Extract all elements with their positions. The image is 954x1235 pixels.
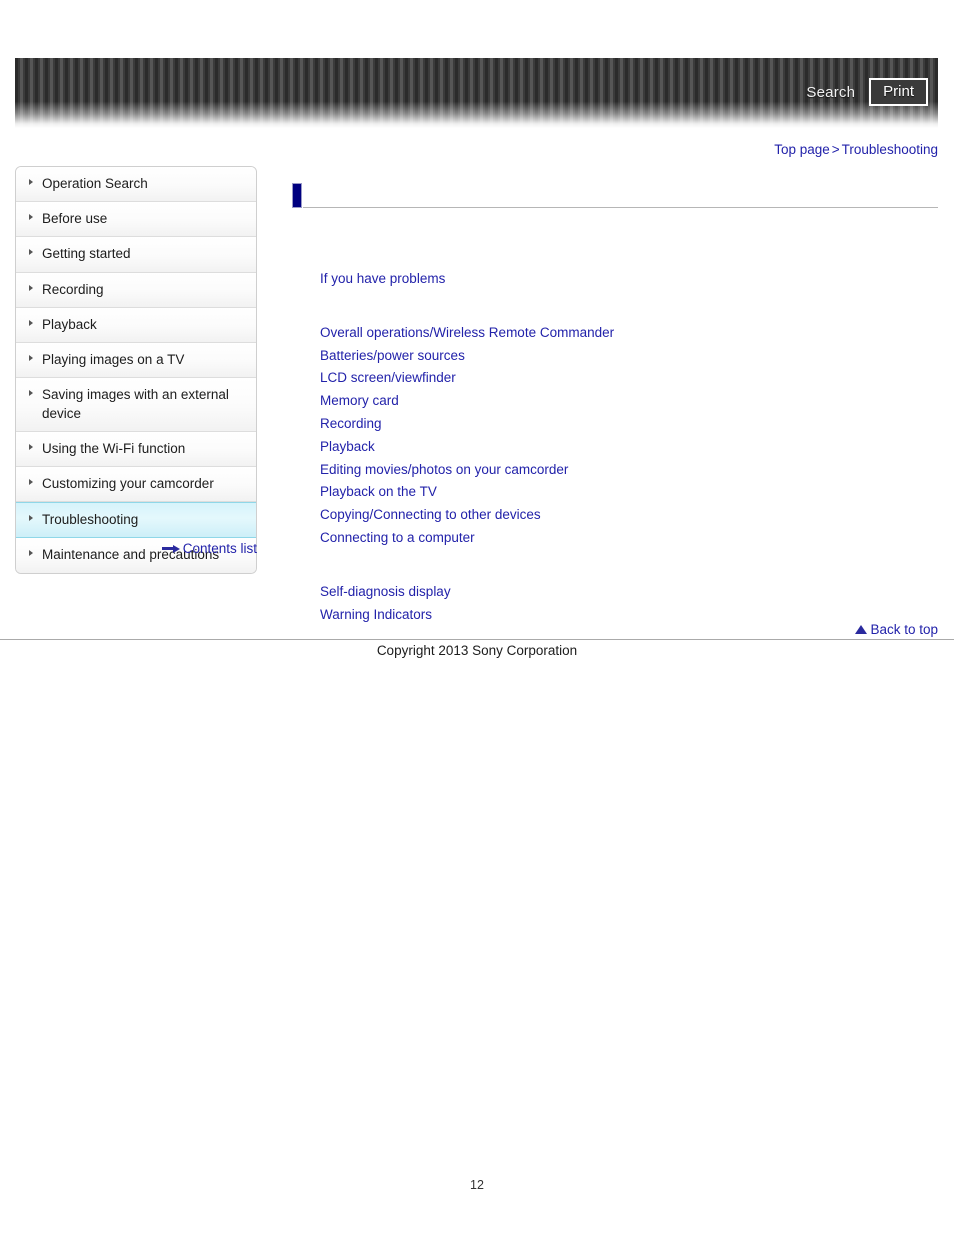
content-link[interactable]: LCD screen/viewfinder [320, 367, 456, 390]
triangle-right-icon [29, 478, 33, 485]
main-content: If you have problems Overall operations/… [290, 180, 938, 626]
search-button[interactable]: Search [806, 84, 855, 101]
triangle-right-icon [29, 355, 33, 362]
troubleshooting-link-group: Overall operations/Wireless Remote Comma… [290, 322, 938, 550]
triangle-up-icon [855, 625, 868, 634]
sidebar-item-label: Customizing your camcorder [42, 475, 214, 491]
back-to-top-row: Back to top [855, 622, 938, 637]
page-number: 12 [470, 1178, 484, 1192]
content-link[interactable]: Copying/Connecting to other devices [320, 504, 541, 527]
page-title-rule [303, 207, 938, 208]
sidebar-item-label: Recording [42, 281, 104, 297]
footer-divider [0, 639, 954, 640]
sidebar-item-before-use[interactable]: Before use [16, 202, 256, 238]
sidebar-item-label: Before use [42, 211, 108, 227]
breadcrumb-current[interactable]: Troubleshooting [842, 142, 938, 157]
triangle-right-icon [29, 443, 33, 450]
triangle-right-icon [29, 390, 33, 397]
copyright-text: Copyright 2013 Sony Corporation [376, 643, 578, 658]
arrow-right-icon [161, 544, 180, 553]
sidebar-item-troubleshooting[interactable]: Troubleshooting [16, 502, 256, 539]
triangle-right-icon [29, 284, 33, 291]
sidebar-item-playback[interactable]: Playback [16, 307, 256, 344]
contents-list-row: Contents list [15, 541, 257, 556]
breadcrumb-top-page[interactable]: Top page [774, 142, 830, 157]
sidebar-nav: Operation Search Before use Getting starte… [15, 166, 257, 574]
triangle-right-icon [29, 515, 33, 522]
sidebar-item-label: Getting started [42, 246, 131, 262]
print-button[interactable]: Print [869, 78, 928, 107]
page-title-bar [290, 180, 938, 210]
triangle-right-icon [29, 319, 33, 326]
triangle-right-icon [29, 214, 33, 221]
page-title-marker-icon [292, 183, 302, 208]
sidebar-item-label: Playback [42, 316, 97, 332]
sidebar-item-label: Operation Search [42, 176, 148, 191]
header-banner: Search Print [15, 58, 938, 128]
content-link[interactable]: Self-diagnosis display [320, 581, 451, 604]
content-link[interactable]: Playback [320, 436, 375, 459]
header-controls: Search Print [806, 78, 928, 107]
sidebar-item-label: Using the Wi-Fi function [42, 440, 186, 456]
back-to-top-link[interactable]: Back to top [870, 622, 938, 637]
sidebar-item-operation-search[interactable]: Operation Search [16, 167, 256, 203]
sidebar-item-getting-started[interactable]: Getting started [16, 237, 256, 273]
sidebar-item-customizing-your-camcorder[interactable]: Customizing your camcorder [16, 466, 256, 503]
content-link[interactable]: Connecting to a computer [320, 527, 475, 550]
triangle-right-icon [29, 179, 33, 185]
sidebar-item-saving-images-with-an-external-device[interactable]: Saving images with an external device [16, 378, 256, 432]
content-link[interactable]: Playback on the TV [320, 481, 437, 504]
intro-link-group: If you have problems [290, 268, 938, 291]
sidebar-item-recording[interactable]: Recording [16, 272, 256, 308]
sidebar-item-label: Saving images with an external device [42, 387, 229, 421]
breadcrumb-separator: > [831, 142, 840, 157]
content-link[interactable]: Recording [320, 413, 382, 436]
content-link[interactable]: Batteries/power sources [320, 345, 465, 368]
triangle-right-icon [29, 249, 33, 256]
diagnostic-link-group: Self-diagnosis display Warning Indicators [290, 581, 938, 627]
sidebar-item-playing-images-on-a-tv[interactable]: Playing images on a TV [16, 343, 256, 379]
breadcrumb: Top page > Troubleshooting [774, 142, 938, 157]
content-link[interactable]: Warning Indicators [320, 604, 432, 627]
content-link[interactable]: Overall operations/Wireless Remote Comma… [320, 322, 614, 345]
sidebar-item-label: Troubleshooting [42, 512, 139, 528]
sidebar-item-using-the-wi-fi-function[interactable]: Using the Wi-Fi function [16, 431, 256, 467]
content-link[interactable]: Memory card [320, 390, 399, 413]
content-link[interactable]: If you have problems [320, 268, 445, 291]
content-link[interactable]: Editing movies/photos on your camcorder [320, 459, 568, 482]
sidebar-item-label: Playing images on a TV [42, 352, 185, 368]
contents-list-link[interactable]: Contents list [183, 541, 257, 556]
